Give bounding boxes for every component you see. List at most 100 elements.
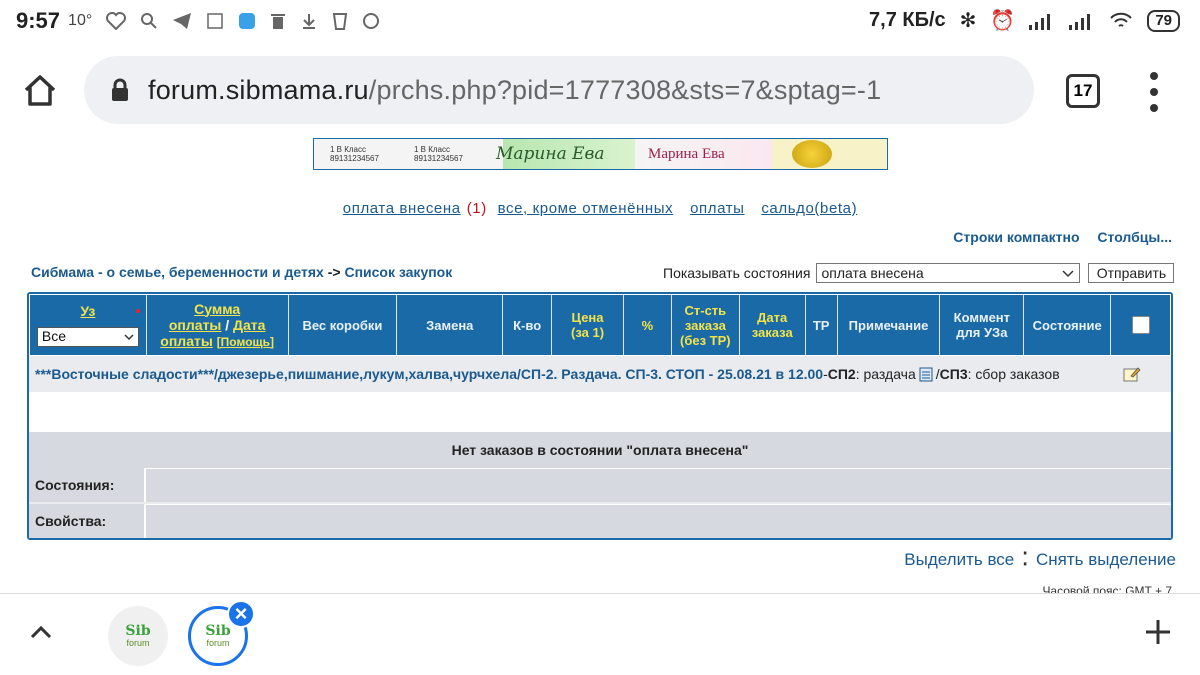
date-oplaty-link[interactable]: оплаты — [160, 333, 213, 349]
chevron-down-icon — [1062, 270, 1074, 278]
comment-line-1: Коммент — [953, 310, 1011, 325]
orders-table: Уз Все Сумма оплаты / Дата оплаты [Помощ… — [27, 292, 1173, 540]
sum-line-3: оплаты [Помощь] — [160, 333, 274, 350]
heart-icon — [106, 12, 127, 30]
column-price[interactable]: Цена (за 1) — [552, 295, 624, 355]
date-line-1: Дата — [757, 310, 788, 325]
total-line-1: Ст-сть — [684, 302, 727, 318]
state-select[interactable]: оплата внесена — [816, 263, 1081, 283]
list-icon[interactable] — [919, 367, 933, 382]
signal-icon-2 — [1069, 13, 1091, 30]
overflow-menu-icon[interactable] — [1144, 72, 1164, 112]
sp2-label: СП2 — [827, 366, 856, 382]
column-comment: Коммент для УЗа — [940, 295, 1025, 355]
submit-button[interactable]: Отправить — [1088, 263, 1175, 283]
shield-icon — [363, 13, 380, 29]
download-icon — [303, 14, 316, 29]
edit-icon[interactable] — [1123, 366, 1141, 382]
uz-filter-value: Все — [41, 328, 67, 344]
new-tab-icon[interactable] — [1144, 618, 1172, 646]
deselect-link[interactable]: Снять выделение — [1036, 550, 1176, 570]
breadcrumb-home[interactable]: Сибмама - о семье, беременности и детях — [31, 264, 324, 280]
select-all-checkbox[interactable] — [1131, 316, 1150, 334]
column-box-weight: Вес коробки — [289, 295, 398, 355]
purchase-row: ***Восточные сладости***/джезерье,пишман… — [29, 356, 1171, 392]
column-qty: К-во — [503, 295, 553, 355]
glass-icon — [333, 13, 348, 30]
column-tr: ТР — [806, 295, 838, 355]
column-uz: Уз Все — [30, 295, 147, 355]
home-icon[interactable] — [22, 72, 58, 108]
address-bar[interactable]: forum.sibmama.ru/prchs.php?pid=1777308&s… — [84, 56, 1034, 124]
column-order-date[interactable]: Дата заказа — [740, 295, 806, 355]
calendar-icon — [207, 13, 223, 29]
properties-label: Свойства: — [29, 504, 146, 538]
select-all-link[interactable]: Выделить все — [904, 550, 1014, 570]
date-sort-link[interactable]: Дата — [233, 317, 265, 333]
tab-logo-top: Sib — [125, 623, 151, 639]
filter-paid-count: (1) — [466, 200, 487, 217]
properties-value — [146, 504, 1171, 538]
filter-all-except-cancelled-link[interactable]: все, кроме отменённых — [498, 200, 674, 217]
sp3-label: СП3 — [939, 366, 968, 382]
columns-link[interactable]: Столбцы... — [1097, 229, 1172, 245]
sum-oplaty-link[interactable]: оплаты — [169, 317, 222, 333]
alarm-icon: ⏰ — [990, 10, 1016, 32]
url-path: /prchs.php?pid=1777308&sts=7&sptag=-1 — [368, 74, 882, 105]
url-text: forum.sibmama.ru/prchs.php?pid=1777308&s… — [148, 75, 881, 106]
wifi-icon — [1110, 12, 1133, 27]
column-select-all — [1111, 295, 1170, 355]
selection-separator: ⁚ — [1022, 549, 1028, 569]
chevron-up-icon[interactable] — [30, 624, 52, 640]
lock-icon[interactable] — [110, 78, 130, 102]
search-icon — [141, 13, 157, 29]
state-filter-label: Показывать состояния — [663, 265, 811, 281]
sum-slash: / — [225, 316, 230, 333]
filter-balance-link[interactable]: сальдо(beta) — [761, 200, 857, 217]
notification-icons — [106, 12, 380, 30]
tabs-switcher-button[interactable]: 17 — [1066, 74, 1100, 108]
help-link[interactable]: [Помощь] — [217, 335, 274, 349]
uz-sort-link[interactable]: Уз — [80, 303, 95, 319]
promo-banner[interactable]: 1 В Класс 89131234567 1 В Класс 89131234… — [313, 138, 888, 170]
required-marker — [135, 309, 140, 313]
status-bar: 9:57 10° 7,7 КБ/с ✻ ⏰ 79 — [0, 0, 1200, 42]
column-percent[interactable]: % — [624, 295, 672, 355]
trash-icon — [271, 14, 286, 29]
state-select-value: оплата внесена — [821, 265, 924, 281]
purchase-title-link[interactable]: ***Восточные сладости***/джезерье,пишман… — [35, 366, 823, 382]
url-host: forum.sibmama.ru — [148, 74, 369, 105]
date-line-2: заказа — [751, 325, 793, 340]
telegram-icon — [173, 13, 192, 29]
uz-filter-select[interactable]: Все — [36, 326, 139, 347]
status-right: 7,7 КБ/с ✻ ⏰ 79 — [869, 8, 1180, 33]
tab-thumbnail[interactable]: Sib forum — [108, 606, 168, 666]
total-line-2: заказа — [684, 317, 726, 333]
breadcrumb: Сибмама - о семье, беременности и детях … — [31, 264, 452, 280]
column-note: Примечание — [838, 295, 941, 355]
filter-payments-link[interactable]: оплаты — [690, 200, 744, 217]
banner-cell-2: 1 В Класс 89131234567 — [414, 145, 463, 163]
bluetooth-icon: ✻ — [959, 10, 977, 32]
filter-paid-label: оплата внесена — [342, 200, 461, 217]
filter-paid-link[interactable]: оплата внесена — [343, 200, 461, 217]
column-order-total[interactable]: Ст-сть заказа (без ТР) — [672, 295, 740, 355]
chevron-down-icon — [124, 333, 134, 340]
banner-cell-1: 1 В Класс 89131234567 — [330, 145, 379, 163]
breadcrumb-current[interactable]: Список закупок — [344, 264, 452, 280]
tab-logo-bottom: forum — [206, 638, 230, 648]
tab-logo-bottom: forum — [126, 638, 150, 648]
sp3-value: : сбор заказов — [967, 366, 1060, 382]
close-tab-icon[interactable]: × — [227, 600, 255, 628]
column-state: Состояние — [1024, 295, 1112, 355]
comment-line-2: для УЗа — [956, 325, 1008, 340]
selection-links: Выделить все ⁚ Снять выделение — [904, 549, 1176, 570]
compact-rows-link[interactable]: Строки компактно — [953, 229, 1079, 245]
sp2-value: : раздача — [855, 366, 916, 382]
banner-cell-3: Марина Ева — [496, 144, 605, 164]
state-filter-links: оплата внесена (1) все, кроме отменённых … — [0, 200, 1200, 217]
banner-cell-4: Марина Ева — [648, 145, 725, 162]
blank-row — [29, 392, 1171, 432]
browser-toolbar: forum.sibmama.ru/prchs.php?pid=1777308&s… — [0, 42, 1200, 138]
sum-sort-link[interactable]: Сумма — [194, 301, 240, 317]
